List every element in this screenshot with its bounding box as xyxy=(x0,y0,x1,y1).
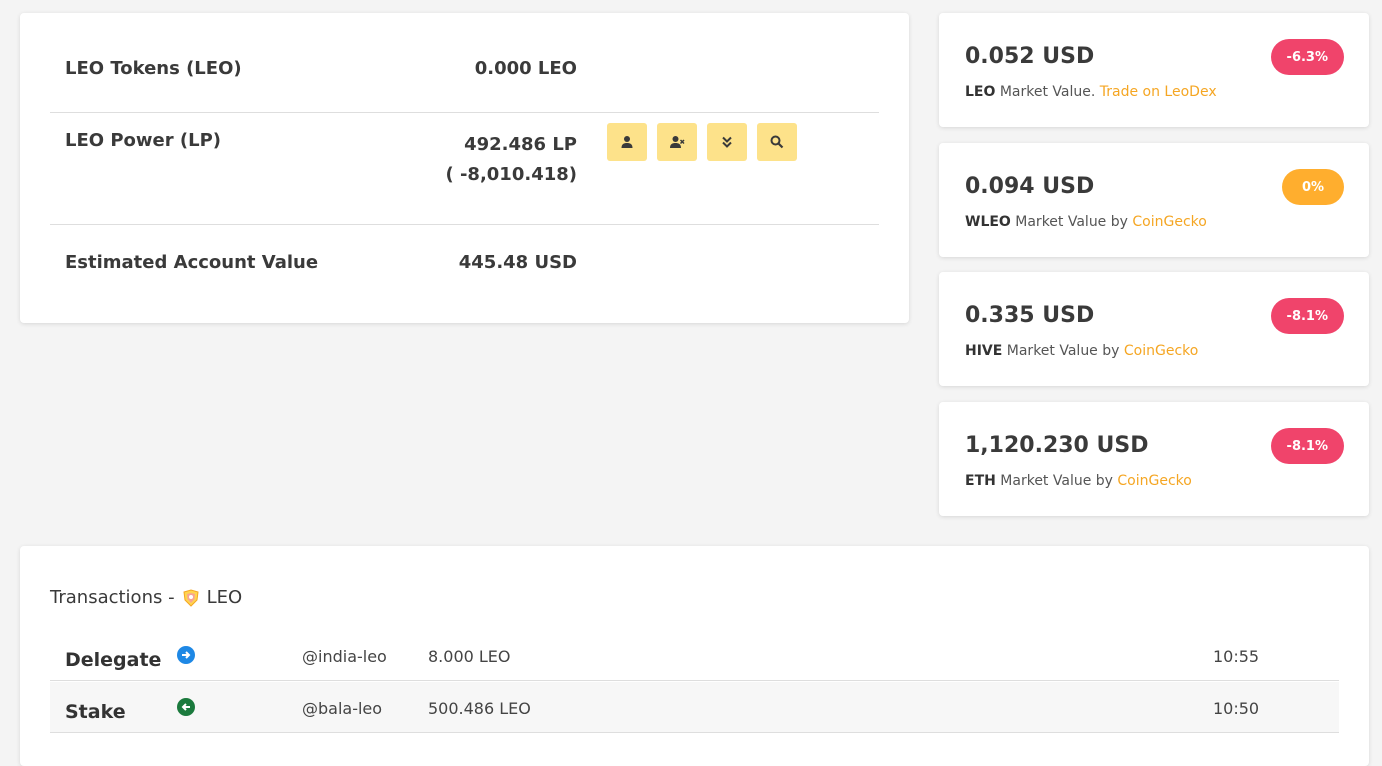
transaction-type: Delegate xyxy=(65,649,162,671)
market-description: LEO Market Value. Trade on LeoDex xyxy=(965,84,1217,100)
market-card-wleo: 0.094 USD WLEO Market Value by CoinGecko… xyxy=(939,143,1369,257)
market-change-badge: -8.1% xyxy=(1270,298,1344,334)
market-token: WLEO xyxy=(965,214,1011,230)
trade-on-leodex-link[interactable]: Trade on LeoDex xyxy=(1100,84,1217,100)
chevrons-down-icon xyxy=(722,136,732,148)
transactions-token: LEO xyxy=(206,587,243,608)
leo-power-label: LEO Power (LP) xyxy=(65,130,221,151)
market-change-badge: -8.1% xyxy=(1270,428,1344,464)
market-card-leo: 0.052 USD LEO Market Value. Trade on Leo… xyxy=(939,13,1369,127)
leo-tokens-label: LEO Tokens (LEO) xyxy=(65,58,242,79)
leo-tokens-row: LEO Tokens (LEO) 0.000 LEO xyxy=(50,13,879,113)
account-value-amount: 445.48 USD xyxy=(458,252,577,273)
transactions-title: Transactions - LEO xyxy=(50,587,242,608)
power-down-button[interactable] xyxy=(707,123,747,161)
coingecko-link[interactable]: CoinGecko xyxy=(1124,343,1198,359)
table-row[interactable]: Stake @bala-leo 500.486 LEO 10:50 xyxy=(50,682,1339,733)
market-price: 0.052 USD xyxy=(965,44,1095,69)
market-price: 0.094 USD xyxy=(965,174,1095,199)
transaction-amount: 500.486 LEO xyxy=(428,699,531,718)
undelegate-button[interactable] xyxy=(657,123,697,161)
market-token: LEO xyxy=(965,84,996,100)
market-price: 0.335 USD xyxy=(965,303,1095,328)
leo-power-row: LEO Power (LP) 492.486 LP ( -8,010.418) xyxy=(50,113,879,225)
leo-power-value: 492.486 LP ( -8,010.418) xyxy=(445,130,577,190)
transactions-card: Transactions - LEO Delegate @india-leo 8… xyxy=(20,546,1369,766)
table-row[interactable]: Delegate @india-leo 8.000 LEO 10:55 xyxy=(50,630,1339,681)
market-change-badge: -6.3% xyxy=(1270,39,1344,75)
market-card-hive: 0.335 USD HIVE Market Value by CoinGecko… xyxy=(939,272,1369,386)
account-value-label: Estimated Account Value xyxy=(65,252,319,273)
market-text: Market Value by xyxy=(1010,214,1133,230)
leo-power-amount: 492.486 LP xyxy=(464,134,577,155)
transaction-user[interactable]: @india-leo xyxy=(302,647,387,666)
market-description: ETH Market Value by CoinGecko xyxy=(965,473,1192,489)
coingecko-link[interactable]: CoinGecko xyxy=(1132,214,1206,230)
market-card-eth: 1,120.230 USD ETH Market Value by CoinGe… xyxy=(939,402,1369,516)
market-text: Market Value. xyxy=(995,84,1100,100)
account-card: LEO Tokens (LEO) 0.000 LEO LEO Power (LP… xyxy=(20,13,909,323)
leo-tokens-value: 0.000 LEO xyxy=(474,58,577,79)
coingecko-link[interactable]: CoinGecko xyxy=(1117,473,1191,489)
market-price: 1,120.230 USD xyxy=(965,433,1149,458)
transaction-time: 10:55 xyxy=(1213,647,1260,666)
leo-power-delegated: ( -8,010.418) xyxy=(445,164,577,185)
market-description: WLEO Market Value by CoinGecko xyxy=(965,214,1207,230)
search-button[interactable] xyxy=(757,123,797,161)
arrow-right-icon xyxy=(177,646,195,664)
market-token: HIVE xyxy=(965,343,1003,359)
arrow-left-icon xyxy=(177,698,195,716)
market-token: ETH xyxy=(965,473,996,489)
market-text: Market Value by xyxy=(1002,343,1124,359)
market-description: HIVE Market Value by CoinGecko xyxy=(965,343,1198,359)
user-icon xyxy=(621,136,633,148)
market-change-badge: 0% xyxy=(1282,169,1344,205)
search-icon xyxy=(770,135,784,149)
leo-power-actions xyxy=(607,123,797,161)
leo-logo-icon xyxy=(183,588,199,607)
transactions-title-text: Transactions - xyxy=(50,587,175,608)
delegate-button[interactable] xyxy=(607,123,647,161)
transaction-time: 10:50 xyxy=(1213,699,1260,718)
user-remove-icon xyxy=(670,136,685,148)
account-value-row: Estimated Account Value 445.48 USD xyxy=(50,225,879,285)
transaction-user[interactable]: @bala-leo xyxy=(302,699,382,718)
transaction-amount: 8.000 LEO xyxy=(428,647,511,666)
transaction-type: Stake xyxy=(65,701,126,723)
market-text: Market Value by xyxy=(995,473,1118,489)
